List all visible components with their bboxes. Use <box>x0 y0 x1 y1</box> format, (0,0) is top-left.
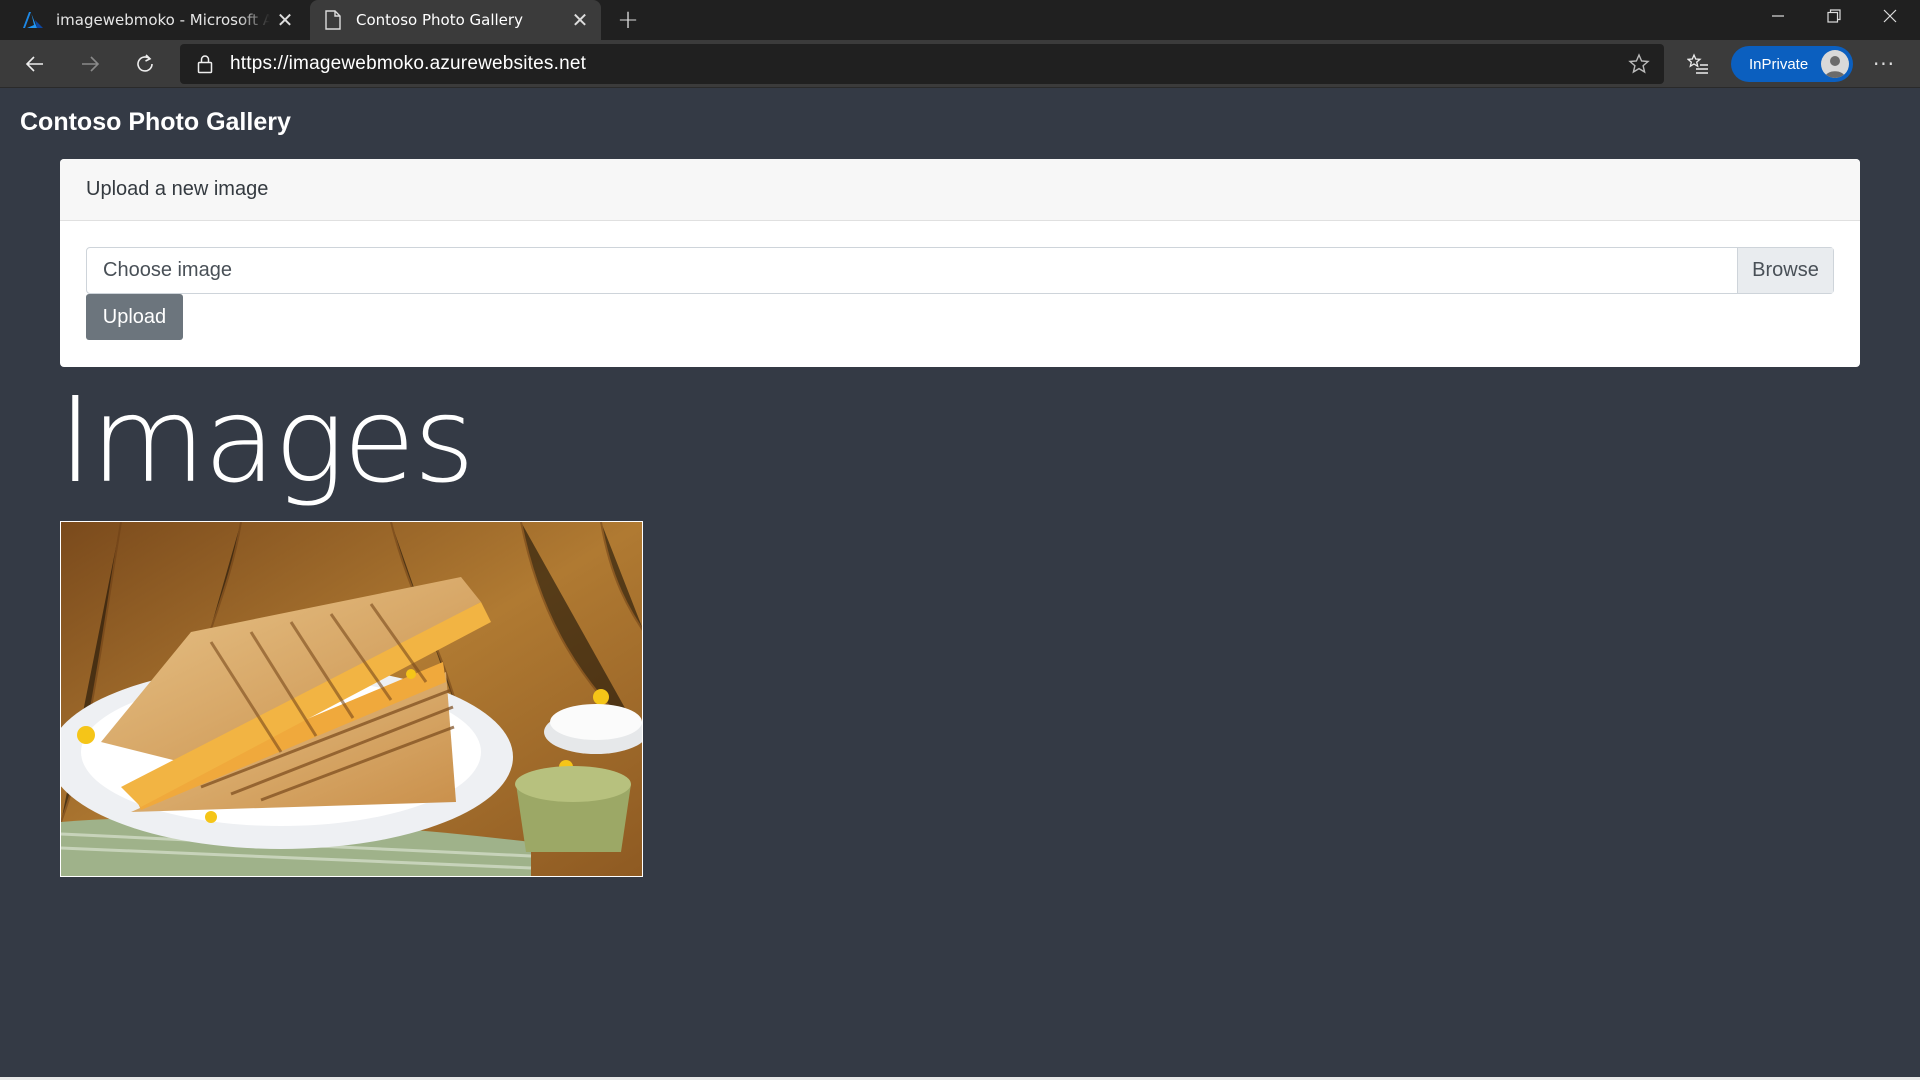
url-text[interactable]: https://imagewebmoko.azurewebsites.net <box>230 53 1614 75</box>
back-arrow-icon[interactable] <box>17 46 53 82</box>
site-brand[interactable]: Contoso Photo Gallery <box>20 108 291 137</box>
close-window-icon[interactable] <box>1862 0 1918 32</box>
forward-arrow-icon[interactable] <box>72 46 108 82</box>
inprivate-button[interactable]: InPrivate <box>1731 46 1853 82</box>
address-bar[interactable]: https://imagewebmoko.azurewebsites.net <box>180 44 1664 84</box>
lock-icon[interactable] <box>180 54 230 74</box>
restore-icon[interactable] <box>1806 0 1862 32</box>
page-icon <box>322 9 344 31</box>
tab-contoso[interactable]: Contoso Photo Gallery ✕ <box>310 0 601 40</box>
browser-tabstrip: imagewebmoko - Microsoft Azure ✕ Contoso… <box>0 0 1920 40</box>
avatar <box>1821 50 1849 78</box>
new-tab-icon[interactable]: + <box>612 4 644 36</box>
close-tab-icon[interactable]: ✕ <box>565 5 595 35</box>
upload-card: Upload a new image Choose image Browse U… <box>60 159 1860 367</box>
tab-azure[interactable]: imagewebmoko - Microsoft Azure ✕ <box>0 0 306 40</box>
tab-title: Contoso Photo Gallery <box>356 11 523 29</box>
browser-toolbar: https://imagewebmoko.azurewebsites.net I… <box>0 40 1920 88</box>
upload-button[interactable]: Upload <box>86 294 183 340</box>
azure-icon <box>22 9 44 31</box>
close-tab-icon[interactable]: ✕ <box>270 5 300 35</box>
file-input-label[interactable]: Choose image <box>87 248 1737 293</box>
favorite-star-icon[interactable] <box>1614 53 1664 75</box>
gallery-image[interactable] <box>60 521 643 877</box>
minimize-icon[interactable] <box>1750 0 1806 32</box>
upload-card-header: Upload a new image <box>60 159 1860 221</box>
tab-title: imagewebmoko - Microsoft Azure <box>56 11 270 29</box>
images-heading: Images <box>58 371 475 509</box>
sandwich-photo <box>61 522 642 876</box>
inprivate-label: InPrivate <box>1749 55 1809 73</box>
more-options-icon[interactable]: ··· <box>1866 46 1902 82</box>
file-input[interactable]: Choose image Browse <box>86 247 1834 294</box>
browse-button[interactable]: Browse <box>1737 248 1833 293</box>
favorites-icon[interactable] <box>1680 46 1716 82</box>
refresh-icon[interactable] <box>127 46 163 82</box>
